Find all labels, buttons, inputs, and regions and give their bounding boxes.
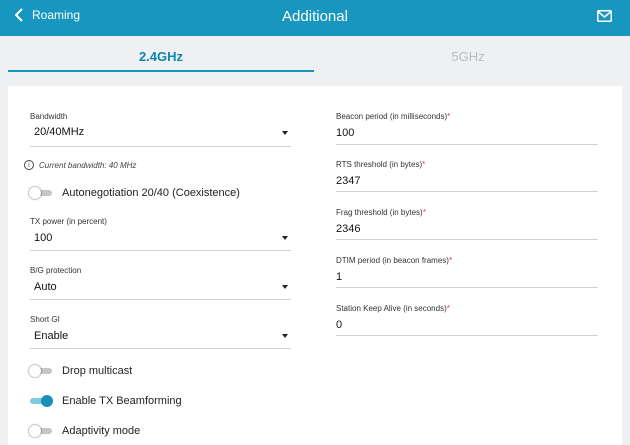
bandwidth-value: 20/40MHz	[34, 126, 85, 138]
adaptivity-switch[interactable]	[29, 425, 52, 437]
tx-power-underline	[30, 250, 291, 251]
settings-panel	[8, 86, 622, 445]
tx-power-caret-icon	[282, 236, 288, 240]
frag-threshold-label: Frag threshold (in bytes)*	[336, 208, 426, 217]
rts-threshold-underline	[336, 191, 598, 192]
beacon-period-underline	[336, 144, 598, 145]
beacon-period-label: Beacon period (in milliseconds)*	[336, 112, 451, 121]
tx-beamforming-toggle[interactable]: Enable TX Beamforming	[30, 395, 182, 407]
adaptivity-label: Adaptivity mode	[62, 425, 141, 437]
autonegotiation-toggle[interactable]: Autonegotiation 20/40 (Coexistence)	[29, 187, 240, 199]
bg-protection-underline	[30, 299, 291, 300]
frag-threshold-underline	[336, 239, 598, 240]
rts-threshold-value: 2347	[336, 175, 361, 187]
autonegotiation-label: Autonegotiation 20/40 (Coexistence)	[62, 187, 240, 199]
station-keep-alive-value: 0	[336, 319, 343, 331]
bg-protection-value: Auto	[34, 281, 57, 293]
bg-protection-label: B/G protection	[30, 266, 82, 275]
short-gi-label: Short GI	[30, 315, 60, 324]
tx-beamforming-label: Enable TX Beamforming	[62, 395, 182, 407]
short-gi-caret-icon	[282, 334, 288, 338]
dtim-period-underline	[336, 287, 598, 288]
bg-protection-caret-icon	[282, 285, 288, 289]
tx-power-label: TX power (in percent)	[30, 217, 107, 226]
bandwidth-caret-icon	[282, 131, 288, 135]
mail-icon[interactable]	[597, 10, 612, 22]
short-gi-underline	[30, 348, 291, 349]
drop-multicast-label: Drop multicast	[62, 365, 133, 377]
drop-multicast-toggle[interactable]: Drop multicast	[29, 365, 133, 377]
autonegotiation-switch[interactable]	[29, 187, 52, 199]
drop-multicast-switch[interactable]	[29, 365, 52, 377]
top-bar: Roaming Additional	[0, 0, 630, 36]
frag-threshold-value: 2346	[336, 223, 361, 235]
current-bandwidth-hint: i Current bandwidth: 40 MHz	[24, 160, 136, 170]
tab-2-4ghz[interactable]: 2.4GHz	[8, 49, 314, 64]
short-gi-value: Enable	[34, 330, 69, 342]
bandwidth-underline	[30, 146, 291, 147]
dtim-period-label: DTIM period (in beacon frames)*	[336, 256, 453, 265]
station-keep-alive-underline	[336, 335, 598, 336]
adaptivity-toggle[interactable]: Adaptivity mode	[29, 425, 141, 437]
beacon-period-value: 100	[336, 127, 355, 139]
station-keep-alive-label: Station Keep Alive (in seconds)*	[336, 304, 450, 313]
tx-power-value: 100	[34, 232, 53, 244]
info-icon: i	[24, 160, 34, 170]
active-tab-indicator	[8, 70, 314, 72]
page-title: Additional	[282, 8, 348, 25]
bandwidth-label: Bandwidth	[30, 112, 68, 121]
current-bandwidth-text: Current bandwidth: 40 MHz	[39, 160, 137, 170]
tab-5ghz[interactable]: 5GHz	[314, 49, 622, 64]
rts-threshold-label: RTS threshold (in bytes)*	[336, 160, 426, 169]
dtim-period-value: 1	[336, 271, 343, 283]
band-tabs: 2.4GHz 5GHz	[0, 36, 630, 78]
tx-beamforming-switch[interactable]	[30, 395, 53, 407]
